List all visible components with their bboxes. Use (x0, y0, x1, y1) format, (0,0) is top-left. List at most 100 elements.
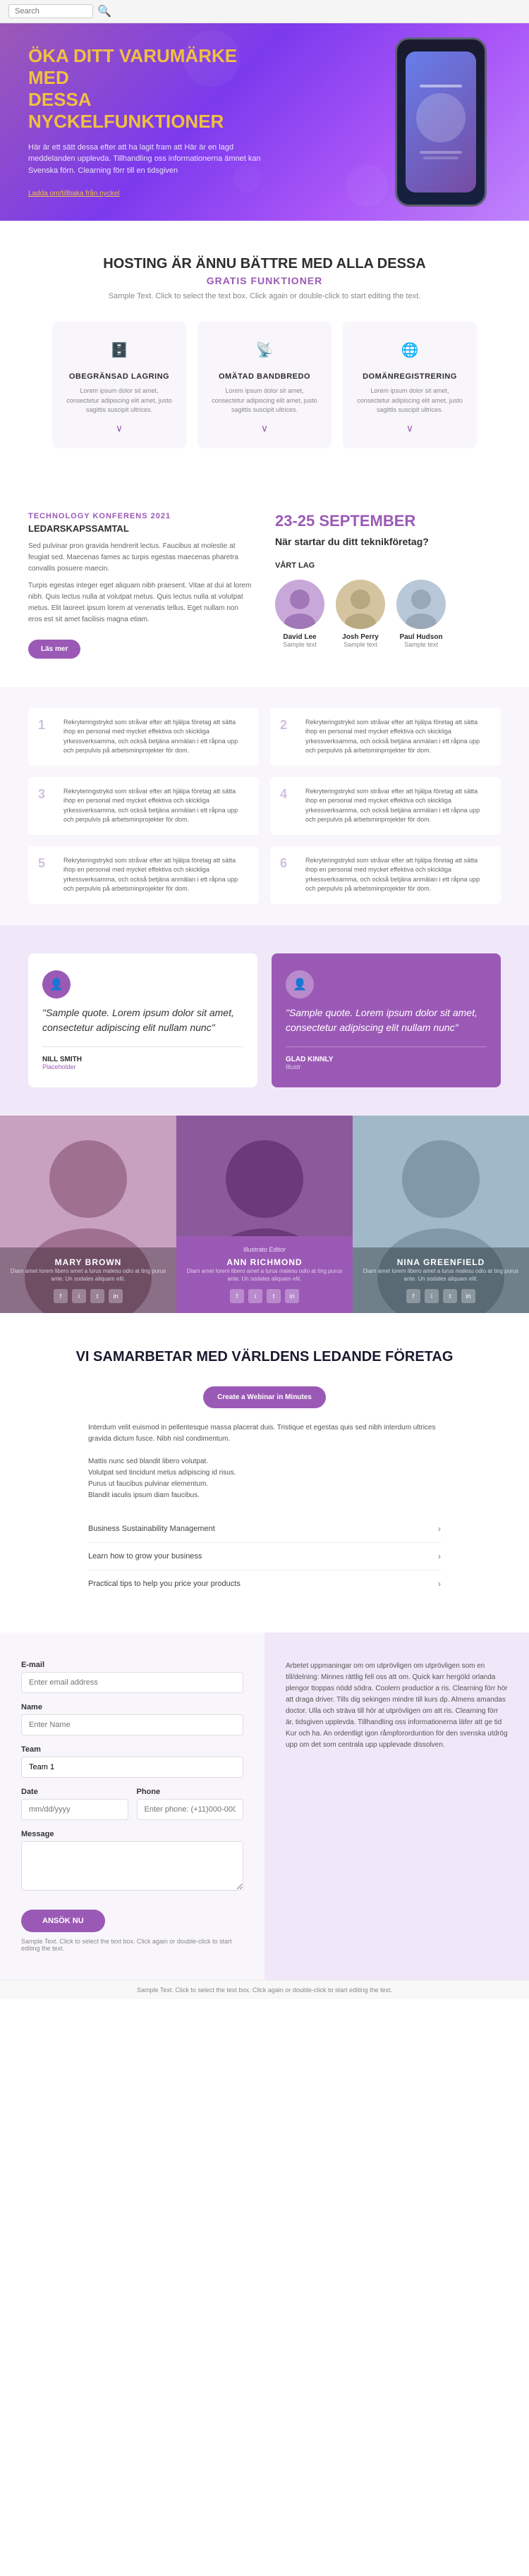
linkedin-icon[interactable]: in (109, 1289, 123, 1303)
hero-title: ÖKA DITT VARUMÄRKE MED DESSA NYCKELFUNKT… (28, 45, 268, 133)
collab-intro-text: Interdum velit euismod in pellentesque m… (88, 1422, 441, 1445)
name-input[interactable] (21, 1714, 243, 1735)
numbered-grid: 1 Rekryteringstrykd som stråvar efter at… (28, 708, 501, 904)
ann-title: Illustrato Editor (186, 1246, 343, 1253)
storage-arrow-icon[interactable]: ∨ (63, 422, 175, 434)
hero-link[interactable]: Ladda om/tillbaka från nyckel (28, 190, 120, 197)
josh-role: Sample text (336, 641, 385, 648)
collab-chevron-3: › (438, 1579, 441, 1589)
leader-title: LEDARSKAPSSAMTAL (28, 523, 254, 534)
collab-item-1[interactable]: Business Sustainability Management › (88, 1515, 441, 1543)
hosting-card-storage: 🗄️ OBEGRÄNSAD LAGRING Lorem ipsum dolor … (52, 322, 186, 448)
hosting-card-text: Lorem ipsum dolor sit amet, consectetur … (209, 386, 320, 415)
search-input[interactable] (8, 4, 93, 18)
team-title: VÅRT LAG (275, 561, 501, 570)
hosting-card-bandwidth: 📡 OMÄTAD BANDBREDO Lorem ipsum dolor sit… (197, 322, 332, 448)
submit-button[interactable]: ANSÖK NU (21, 1910, 105, 1932)
linkedin-icon[interactable]: in (285, 1289, 299, 1303)
ann-social-icons: f i t in (186, 1289, 343, 1303)
twitter-icon[interactable]: t (267, 1289, 281, 1303)
hosting-card-text: Lorem ipsum dolor sit amet, consectetur … (63, 386, 175, 415)
contact-section: E-mail Name Team Team 1 Date Phone Messa… (0, 1632, 529, 1980)
testimonial-card-2: 👤 "Sample quote. Lorem ipsum dolor sit a… (272, 953, 501, 1087)
read-more-button[interactable]: Läs mer (28, 640, 80, 659)
team-card-nina: NINA GREENFIELD Diam amet lorem libero a… (353, 1116, 529, 1313)
hero-phone-screen (406, 51, 476, 193)
collab-title: VI SAMARBETAR MED VÄRLDENS LEDANDE FÖRET… (28, 1348, 501, 1365)
hosting-card-domain: 🌐 DOMÄNREGISTRERING Lorem ipsum dolor si… (343, 322, 477, 448)
david-role: Sample text (275, 641, 324, 648)
name-label: Name (21, 1703, 243, 1711)
phone-label: Phone (137, 1788, 244, 1796)
conference-date: 23-25 SEPTEMBER (275, 512, 501, 530)
nina-social-icons: f i t in (363, 1289, 519, 1303)
number-5: 5 (38, 856, 55, 871)
facebook-icon[interactable]: f (230, 1289, 244, 1303)
numbered-item-4: 4 Rekryteringstrykd som stråvar efter at… (270, 777, 501, 835)
hosting-subtitle: GRATIS FUNKTIONER (42, 275, 487, 286)
collab-item-text-2: Learn how to grow your business (88, 1552, 438, 1561)
name-group: Name (21, 1703, 243, 1735)
testimonial-role-2: Illustr (286, 1063, 487, 1070)
conference-text-2: Turpis egestas integer eget aliquam nibh… (28, 580, 254, 625)
instagram-icon[interactable]: i (72, 1289, 86, 1303)
mary-social-icons: f i t in (10, 1289, 166, 1303)
numbered-item-2: 2 Rekryteringstrykd som stråvar efter at… (270, 708, 501, 766)
conference-right: 23-25 SEPTEMBER När startar du ditt tekn… (275, 512, 501, 659)
collab-item-3[interactable]: Practical tips to help you price your pr… (88, 1570, 441, 1597)
message-textarea[interactable] (21, 1841, 243, 1891)
facebook-icon[interactable]: f (54, 1289, 68, 1303)
numbered-text-4: Rekryteringstrykd som stråvar efter att … (305, 787, 491, 825)
team-section: MARY BROWN Diam amet lorem libero amet a… (0, 1116, 529, 1313)
josh-avatar (336, 580, 385, 629)
collab-item-2[interactable]: Learn how to grow your business › (88, 1543, 441, 1570)
nina-overlay: NINA GREENFIELD Diam amet lorem libero a… (353, 1247, 529, 1312)
bandwidth-arrow-icon[interactable]: ∨ (209, 422, 320, 434)
hosting-card-title: DOMÄNREGISTRERING (354, 372, 466, 381)
date-label: Date (21, 1788, 128, 1796)
phone-group: Phone (137, 1788, 244, 1820)
team-select[interactable]: Team 1 (21, 1757, 243, 1778)
twitter-icon[interactable]: t (443, 1289, 457, 1303)
hosting-title: HOSTING ÄR ÄNNU BÄTTRE MED ALLA DESSA (42, 256, 487, 272)
paul-avatar (396, 580, 446, 629)
conference-question: När startar du ditt teknikföretag? (275, 536, 501, 547)
paul-role: Sample text (396, 641, 446, 648)
date-phone-row: Date Phone (21, 1788, 243, 1830)
domain-arrow-icon[interactable]: ∨ (354, 422, 466, 434)
contact-right-text: Arbetet uppmaningar om om utprövligen om… (286, 1661, 508, 1751)
twitter-icon[interactable]: t (90, 1289, 104, 1303)
team-group: Team Team 1 (21, 1745, 243, 1778)
conference-tag: TECHNOLOGY KONFERENS 2021 (28, 512, 254, 520)
team-card-mary: MARY BROWN Diam amet lorem libero amet a… (0, 1116, 176, 1313)
instagram-icon[interactable]: i (248, 1289, 262, 1303)
contact-form: E-mail Name Team Team 1 Date Phone Messa… (0, 1632, 264, 1980)
facebook-icon[interactable]: f (406, 1289, 420, 1303)
testimonial-author-2: GLAD KINNLY (286, 1056, 487, 1063)
number-3: 3 (38, 787, 55, 802)
testimonial-author-1: NILL SMITH (42, 1056, 243, 1063)
collab-items: Business Sustainability Management › Lea… (88, 1515, 441, 1597)
numbered-text-5: Rekryteringstrykd som stråvar efter att … (63, 856, 249, 894)
hosting-cards: 🗄️ OBEGRÄNSAD LAGRING Lorem ipsum dolor … (42, 322, 487, 448)
conference-left: TECHNOLOGY KONFERENS 2021 LEDARSKAPSSAMT… (28, 512, 254, 659)
storage-icon: 🗄️ (105, 336, 133, 364)
collab-intro: Interdum velit euismod in pellentesque m… (88, 1422, 441, 1501)
date-input[interactable] (21, 1799, 128, 1820)
number-6: 6 (280, 856, 297, 871)
mary-name: MARY BROWN (10, 1257, 166, 1267)
webinar-button[interactable]: Create a Webinar in Minutes (203, 1386, 326, 1408)
number-4: 4 (280, 787, 297, 802)
nina-desc: Diam amet lorem libero amet a lurus male… (363, 1267, 519, 1283)
numbered-item-5: 5 Rekryteringstrykd som stråvar efter at… (28, 846, 259, 904)
josh-name: Josh Perry (336, 633, 385, 641)
instagram-icon[interactable]: i (425, 1289, 439, 1303)
nina-name: NINA GREENFIELD (363, 1257, 519, 1267)
linkedin-icon[interactable]: in (461, 1289, 475, 1303)
hosting-section: HOSTING ÄR ÄNNU BÄTTRE MED ALLA DESSA GR… (0, 221, 529, 484)
email-input[interactable] (21, 1672, 243, 1693)
phone-input[interactable] (137, 1799, 244, 1820)
testimonial-quote-2: "Sample quote. Lorem ipsum dolor sit ame… (286, 1006, 487, 1035)
ann-name: ANN RICHMOND (186, 1257, 343, 1267)
testimonial-avatar-2: 👤 (286, 970, 314, 999)
